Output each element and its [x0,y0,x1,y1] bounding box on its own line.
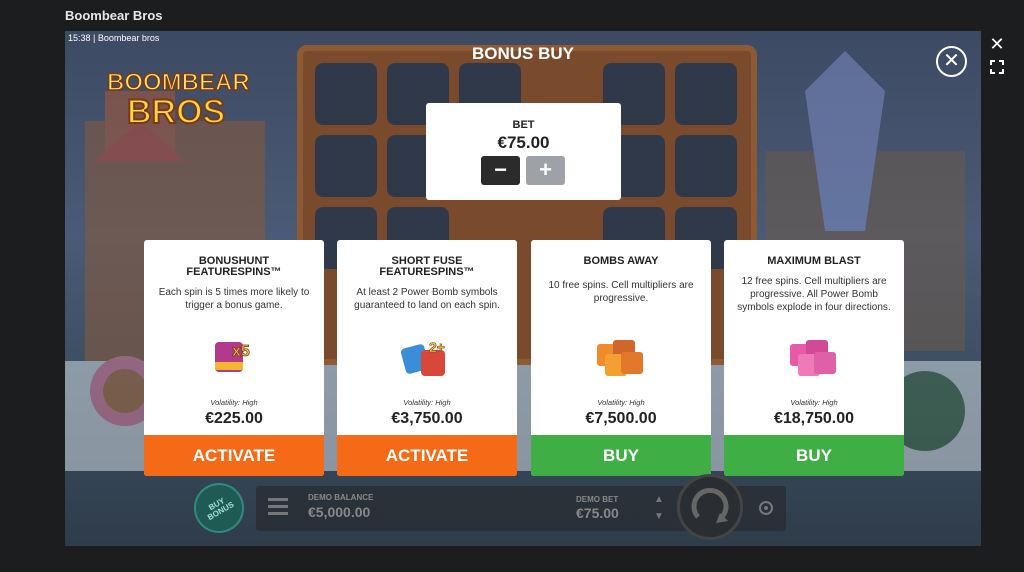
card-price: €225.00 [205,410,263,427]
bonus-buy-title: BONUS BUY [471,44,574,63]
bet-increase-button[interactable]: + [526,156,565,185]
window-title: Boombear Bros [65,8,163,23]
card-description: At least 2 Power Bomb symbols guaranteed… [354,287,500,311]
bet-panel: BET €75.00 − + [426,103,621,200]
game-header-info: 15:38 | Boombear bros [68,33,159,43]
scatter-x5-icon: x5 [144,336,324,380]
menu-icon[interactable] [268,498,288,518]
card-volatility: Volatility: High [210,398,258,407]
chevron-down-icon[interactable]: ▼ [652,508,666,525]
reel-cell [315,135,377,197]
bonus-card-bonushunt: BONUSHUNT FEATURESPINS™ Each spin is 5 t… [144,240,324,476]
buy-bonus-button[interactable]: BUY BONUS [184,473,254,543]
bet-decrease-button[interactable]: − [481,156,520,185]
game-viewport: 15:38 | Boombear bros BOOMBEAR BROS BONU… [65,31,981,546]
game-time: 15:38 [68,33,91,43]
card-title: BONUSHUNT FEATURESPINS™ [186,255,282,278]
spin-icon [691,487,729,523]
bonus-card-bombs-away: BOMBS AWAY 10 free spins. Cell multiplie… [531,240,711,476]
bet-stepper[interactable]: ▲ ▼ [652,491,666,525]
spin-button[interactable] [677,474,743,540]
hud-bet-value: €75.00 [576,505,619,521]
buy-bombs-away-button[interactable]: BUY [531,435,711,476]
svg-text:2+: 2+ [429,339,445,355]
card-volatility: Volatility: High [790,398,838,407]
hud-bet-label: DEMO BET [576,495,619,504]
reel-cell [315,63,377,125]
card-title: BOMBS AWAY [583,255,659,267]
card-price: €18,750.00 [773,410,855,427]
hud-bet-box: DEMO BET €75.00 [568,489,653,527]
buy-maximum-blast-button[interactable]: BUY [724,435,904,476]
scatter-stack-icon [531,336,711,380]
activate-bonushunt-button[interactable]: ACTIVATE [144,435,324,476]
reel-cell [675,135,737,197]
bonus-card-maximum-blast: MAXIMUM BLAST 12 free spins. Cell multip… [724,240,904,476]
balance-label: DEMO BALANCE [308,493,374,502]
card-title: SHORT FUSE FEATURESPINS™ [379,255,475,278]
chevron-up-icon[interactable]: ▲ [652,491,666,508]
card-volatility: Volatility: High [597,398,645,407]
close-icon[interactable]: ✕ [988,35,1006,53]
logo-line2: BROS [126,92,226,132]
activate-short-fuse-button[interactable]: ACTIVATE [337,435,517,476]
fullscreen-icon[interactable] [990,60,1004,74]
balance-value: €5,000.00 [308,504,371,520]
card-price: €3,750.00 [391,410,463,427]
close-icon: ✕ [943,50,960,72]
card-volatility: Volatility: High [403,398,451,407]
bonus-card-short-fuse: SHORT FUSE FEATURESPINS™ At least 2 Powe… [337,240,517,476]
game-name: Boombear bros [97,33,160,43]
autoplay-icon[interactable] [757,499,775,517]
power-bomb-2plus-icon: 2+ [337,336,517,380]
card-price: €7,500.00 [585,410,657,427]
card-description: 10 free spins. Cell multipliers are prog… [548,280,694,304]
game-hud: BUY BONUS DEMO BALANCE €5,000.00 DEMO BE… [65,471,981,546]
bet-value: €75.00 [497,133,550,152]
card-description: Each spin is 5 times more likely to trig… [158,287,310,311]
svg-text:x5: x5 [232,343,250,360]
card-title: MAXIMUM BLAST [767,255,861,267]
game-logo: BOOMBEAR BROS [103,67,253,137]
scatter-stack-pink-icon [724,336,904,380]
card-description: 12 free spins. Cell multipliers are prog… [737,276,891,313]
modal-close-button[interactable]: ✕ [936,46,967,77]
reel-cell [675,63,737,125]
bet-label: BET [512,119,535,131]
